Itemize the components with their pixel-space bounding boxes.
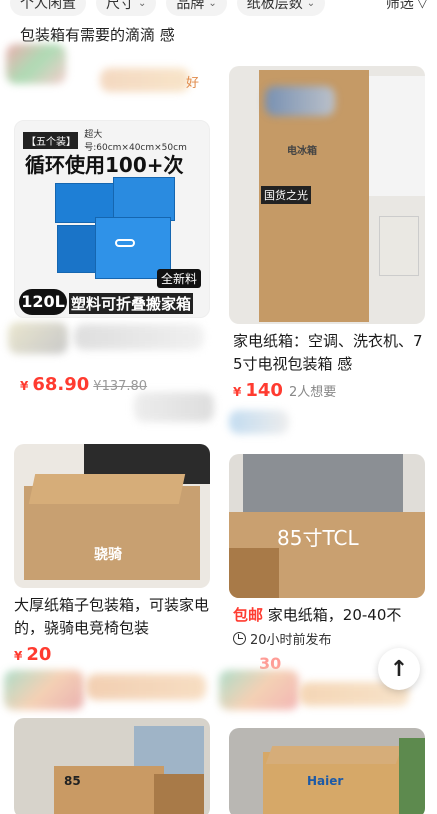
filter-label: 纸板层数 — [246, 0, 303, 12]
product-image[interactable]: 骁骑 — [14, 444, 210, 588]
seller-name-blur — [100, 68, 190, 92]
currency-symbol: ¥ — [14, 649, 23, 663]
filter-label: 筛选 — [385, 0, 414, 12]
badge-label: 【五个装】 — [23, 131, 79, 149]
seller-avatar-blur — [229, 410, 289, 434]
box-label: 85寸TCL — [277, 526, 359, 550]
listing-title-text: 家电纸箱，20-40不 — [267, 606, 402, 624]
seller-info-blur — [134, 392, 214, 422]
chevron-down-icon: ⌄ — [138, 0, 147, 9]
seller-avatar-blur — [219, 670, 299, 710]
volume-label: 120L — [19, 289, 67, 315]
product-image[interactable]: 85 — [14, 718, 210, 814]
free-shipping-tag: 包邮 — [233, 606, 264, 624]
seller-avatar-blur — [6, 44, 66, 84]
listing-title: 大厚纸箱子包装箱，可装家电的，骁骑电竞椅包装 — [14, 596, 210, 637]
product-card[interactable]: 骁骑 大厚纸箱子包装箱，可装家电的，骁骑电竞椅包装 ¥ 20 — [4, 444, 210, 710]
seller-avatar-blur — [4, 670, 84, 710]
price-row: ¥ 20 — [14, 644, 210, 665]
product-image[interactable]: Haier — [229, 728, 425, 814]
box-label: 电冰箱 — [287, 146, 317, 157]
new-material-tag: 全新料 — [156, 269, 201, 288]
brand-sticker: 国货之光 — [261, 186, 311, 204]
product-image[interactable]: 85寸TCL — [229, 454, 425, 598]
brand-logo: 骁骑 — [94, 547, 122, 563]
scroll-to-top-button[interactable]: ↑ — [378, 648, 420, 690]
currency-symbol: ¥ — [20, 379, 29, 393]
product-card[interactable]: 85寸TCL 包邮 家电纸箱，20-40不 20小时前发布 30 — [219, 454, 429, 710]
chevron-down-icon: ⌄ — [208, 0, 217, 9]
box-label: Haier — [307, 774, 344, 788]
price-row: ¥ 140 2人想要 — [233, 380, 425, 401]
seller-avatar-blur — [8, 322, 68, 354]
wants-count: 2人想要 — [288, 385, 337, 400]
filter-label: 个人闲置 — [20, 0, 76, 12]
redaction-blur — [265, 86, 335, 116]
image-headline: 循环使用100+次 — [25, 153, 184, 177]
product-card[interactable]: 85 — [14, 718, 210, 814]
product-card[interactable]: 【五个装】 超大号:60cm×40cm×50cm 循环使用100+次 全新料 1… — [8, 120, 214, 422]
filter-board-layers[interactable]: 纸板层数 ⌄ — [236, 0, 326, 16]
listing-title: 包邮 家电纸箱，20-40不 — [233, 604, 429, 627]
search-results-page: 个人闲置 尺寸 ⌄ 品牌 ⌄ 纸板层数 ⌄ 筛选 ▽ 包装箱有需要的滴滴 感 好 【五个… — [0, 0, 437, 814]
seller-name-blur — [74, 324, 204, 350]
filter-icon: ▽ — [417, 0, 427, 10]
filter-personal-idle[interactable]: 个人闲置 — [10, 0, 86, 16]
publish-time-text: 20小时前发布 — [250, 633, 332, 648]
filter-button[interactable]: 筛选 ▽ — [376, 0, 427, 16]
original-price: ¥137.80 — [93, 379, 148, 394]
clock-icon — [233, 632, 246, 645]
listing-title: 家电纸箱：空调、洗衣机、75寸电视包装箱 感 — [233, 332, 423, 373]
filter-label: 尺寸 — [106, 0, 134, 12]
filter-brand[interactable]: 品牌 ⌄ — [166, 0, 227, 16]
seller-name-blur — [86, 674, 206, 700]
filter-label: 品牌 — [176, 0, 205, 12]
arrow-up-icon: ↑ — [389, 656, 409, 682]
image-caption: 塑料可折叠搬家箱 — [69, 293, 194, 314]
box-label: 85 — [64, 774, 81, 788]
filter-bar: 个人闲置 尺寸 ⌄ 品牌 ⌄ 纸板层数 ⌄ 筛选 ▽ — [0, 0, 437, 16]
price: 140 — [245, 380, 283, 401]
publish-time: 20小时前发布 — [233, 629, 429, 648]
product-card[interactable]: 电冰箱 国货之光 家电纸箱：空调、洗衣机、75寸电视包装箱 感 ¥ 140 2人… — [229, 66, 425, 434]
product-image[interactable]: 【五个装】 超大号:60cm×40cm×50cm 循环使用100+次 全新料 1… — [14, 120, 210, 318]
price: 68.90 — [32, 374, 90, 395]
price: 20 — [26, 644, 52, 665]
listing-title: 包装箱有需要的滴滴 感 — [20, 26, 175, 44]
currency-symbol: ¥ — [233, 385, 242, 399]
product-image[interactable]: 电冰箱 国货之光 — [229, 66, 425, 324]
chevron-down-icon: ⌄ — [306, 0, 316, 9]
product-card[interactable]: Haier — [229, 728, 425, 814]
snippet-tail: 好 — [186, 76, 200, 91]
previous-card-tail[interactable]: 包装箱有需要的滴滴 感 好 — [6, 24, 220, 104]
filter-size[interactable]: 尺寸 ⌄ — [96, 0, 157, 16]
